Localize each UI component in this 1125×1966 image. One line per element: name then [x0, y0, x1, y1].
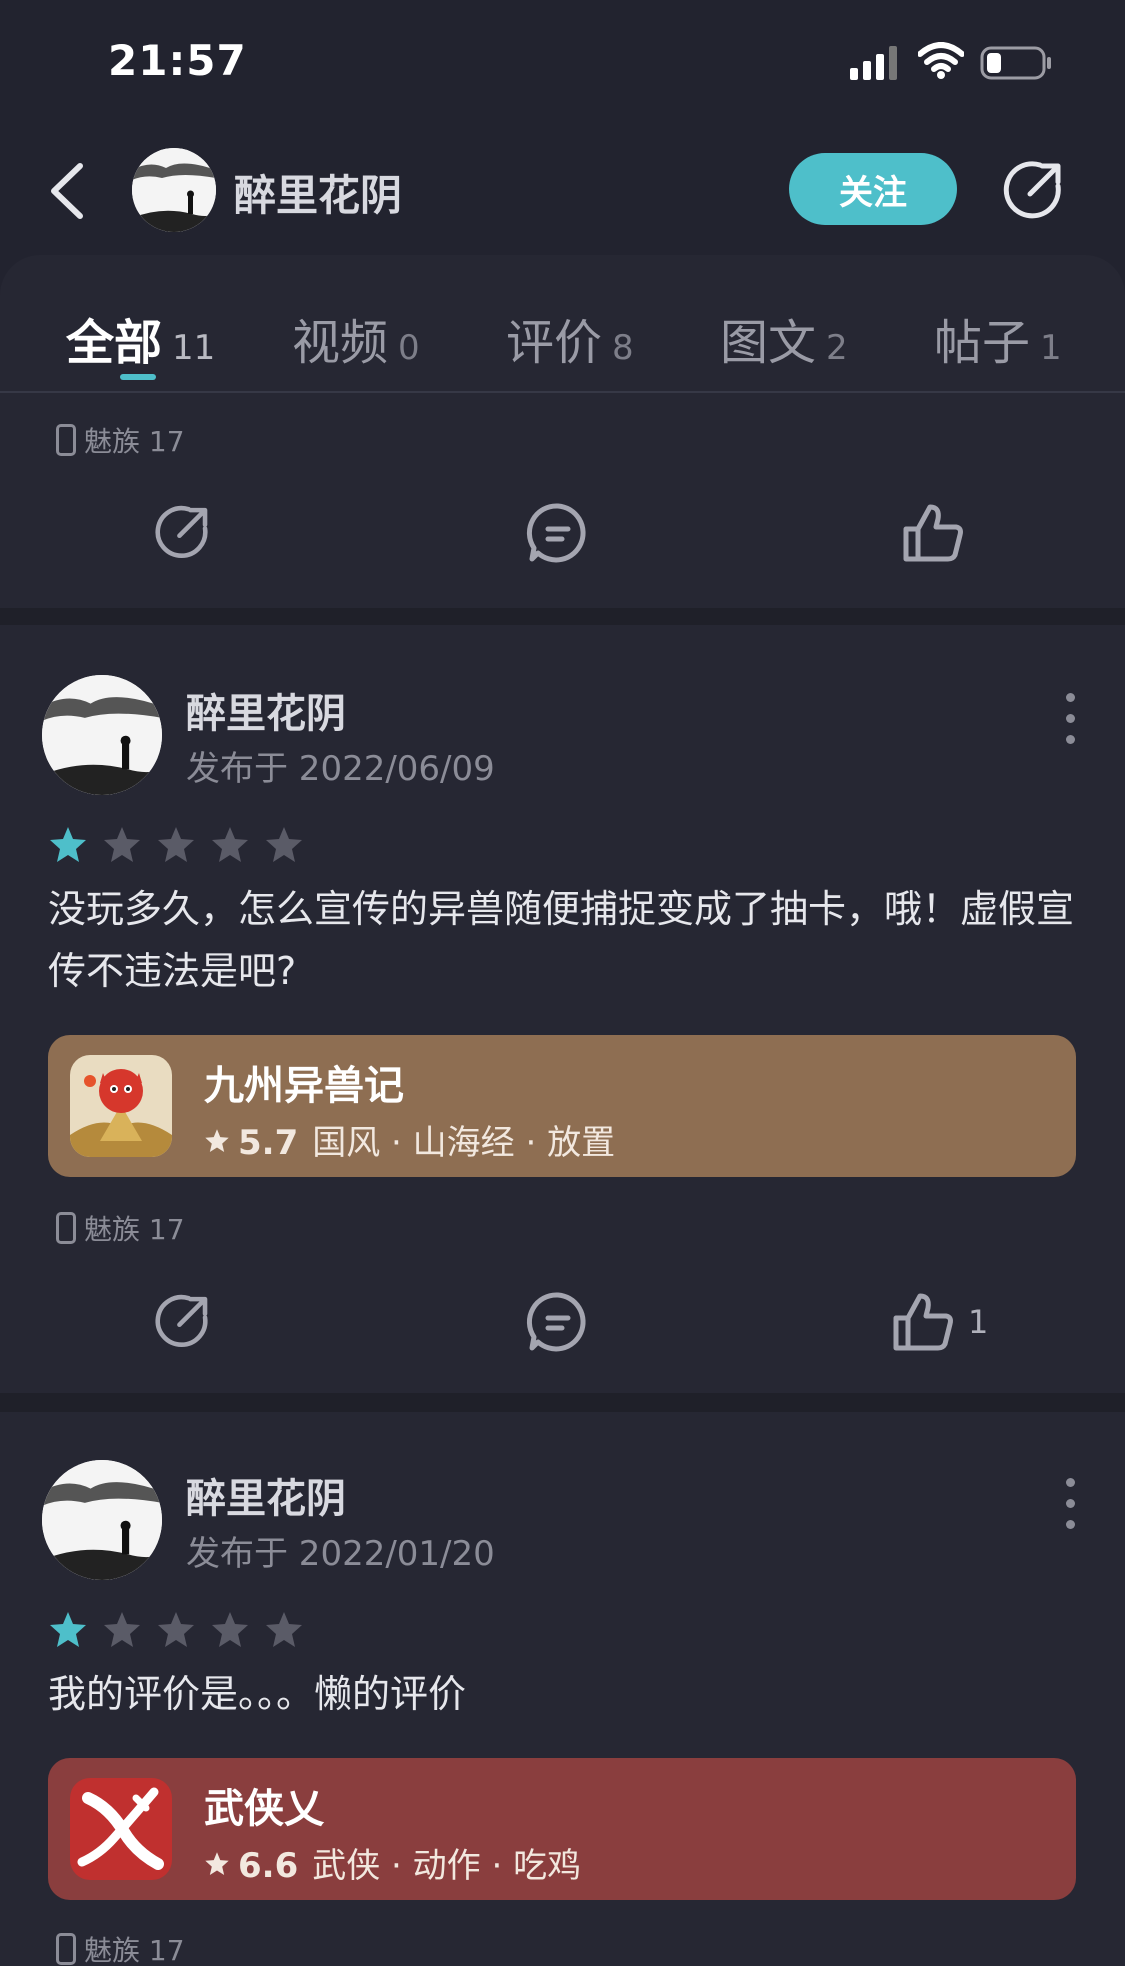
star-empty-icon: [266, 827, 302, 862]
tab-count: 2: [826, 328, 848, 368]
review-text: 我的评价是。。。懒的评价: [48, 1672, 467, 1716]
cellular-signal-icon: [850, 46, 897, 80]
share-icon: [155, 1294, 208, 1347]
star-rating: [48, 1610, 318, 1650]
ink-landscape-avatar-icon: [132, 148, 216, 232]
more-options-icon[interactable]: [1066, 1478, 1078, 1541]
wuxia-game-icon: [70, 1778, 172, 1880]
device-label: 魅族 17: [56, 420, 185, 460]
like-action[interactable]: [900, 493, 966, 573]
tab-count: 1: [1040, 328, 1062, 368]
comment-icon: [526, 503, 586, 563]
device-label: 魅族 17: [56, 1208, 185, 1248]
card-divider: [0, 1393, 1125, 1412]
review-text: 没玩多久，怎么宣传的异兽随便捕捉变成了抽卡，哦！虚假宣传不违法是吧?: [48, 887, 1075, 993]
phone-icon: [56, 424, 76, 456]
device-name: 魅族 17: [84, 425, 185, 458]
game-score: 5.7: [238, 1123, 299, 1163]
tab-label: 帖子: [934, 315, 1031, 371]
star-empty-icon: [158, 1612, 194, 1647]
author-avatar[interactable]: [42, 675, 162, 795]
device-name: 魅族 17: [84, 1213, 185, 1246]
device-label: 魅族 17: [56, 1929, 185, 1966]
review-card[interactable]: 醉里花阴 发布于 2022/01/20 我的评价是。。。懒的评价 武侠乂 6.6…: [0, 1412, 1125, 1966]
ink-landscape-avatar-icon: [42, 1460, 162, 1580]
comment-action[interactable]: [526, 493, 590, 573]
star-empty-icon: [104, 827, 140, 862]
feed-card: 魅族 17: [0, 393, 1125, 608]
game-card[interactable]: 九州异兽记 5.7 国风 · 山海经 · 放置: [48, 1035, 1076, 1177]
content-tabs: 全部 11 视频 0 评价 8 图文 2 帖子 1: [0, 255, 1125, 393]
star-empty-icon: [212, 827, 248, 862]
publish-date: 发布于 2022/01/20: [186, 1534, 495, 1574]
thumbs-up-icon: [903, 504, 963, 562]
author-name[interactable]: 醉里花阴: [186, 1466, 346, 1524]
game-meta: 6.6 武侠 · 动作 · 吃鸡: [204, 1838, 581, 1887]
game-name: 武侠乂: [204, 1786, 324, 1832]
wifi-icon: [918, 42, 964, 79]
tab-label: 图文: [720, 315, 817, 371]
author-avatar[interactable]: [42, 1460, 162, 1580]
star-filled-icon: [50, 1612, 86, 1647]
star-filled-icon: [50, 827, 86, 862]
tab-label: 视频: [292, 315, 389, 371]
ink-landscape-avatar-icon: [42, 675, 162, 795]
review-card[interactable]: 醉里花阴 发布于 2022/06/09 没玩多久，怎么宣传的异兽随便捕捉变成了抽…: [0, 625, 1125, 1393]
tab-posts[interactable]: 帖子 1: [934, 303, 1062, 373]
card-divider: [0, 608, 1125, 625]
phone-icon: [56, 1212, 76, 1244]
profile-page: 21:57 醉里花阴 关注 全部 11 视频 0 评价 8 图文 2 帖子 1 …: [0, 0, 1125, 1966]
tab-reviews[interactable]: 评价 8: [506, 303, 634, 373]
back-arrow-icon[interactable]: [40, 156, 100, 226]
share-action[interactable]: [152, 1282, 216, 1362]
star-empty-icon: [212, 1612, 248, 1647]
thumbs-up-icon: [893, 1293, 953, 1351]
game-icon: [70, 1055, 172, 1157]
tab-count: 8: [612, 328, 634, 368]
comment-icon: [526, 1292, 586, 1352]
card-actions: [0, 493, 1125, 573]
game-icon: [70, 1778, 172, 1880]
more-options-icon[interactable]: [1066, 693, 1078, 756]
creature-game-icon: [70, 1055, 172, 1157]
star-empty-icon: [266, 1612, 302, 1647]
tab-count: 11: [172, 328, 216, 368]
tab-count: 0: [398, 328, 420, 368]
like-action[interactable]: 1: [890, 1282, 988, 1362]
star-icon: [205, 1852, 229, 1876]
game-score: 6.6: [238, 1846, 299, 1886]
comment-action[interactable]: [526, 1282, 590, 1362]
star-empty-icon: [158, 827, 194, 862]
game-card[interactable]: 武侠乂 6.6 武侠 · 动作 · 吃鸡: [48, 1758, 1076, 1900]
game-name: 九州异兽记: [204, 1063, 404, 1109]
phone-icon: [56, 1933, 76, 1965]
tab-video[interactable]: 视频 0: [292, 303, 420, 373]
star-empty-icon: [104, 1612, 140, 1647]
card-actions: 1: [0, 1282, 1125, 1362]
profile-header: 醉里花阴 关注: [0, 130, 1125, 250]
game-tags: 武侠 · 动作 · 吃鸡: [312, 1846, 582, 1886]
game-tags: 国风 · 山海经 · 放置: [312, 1123, 616, 1163]
tab-images[interactable]: 图文 2: [720, 303, 848, 373]
device-name: 魅族 17: [84, 1934, 185, 1966]
active-tab-indicator: [120, 374, 156, 380]
share-action[interactable]: [152, 493, 216, 573]
follow-button[interactable]: 关注: [789, 153, 957, 225]
status-bar: 21:57: [0, 0, 1125, 130]
avatar[interactable]: [132, 148, 216, 232]
tab-label: 全部: [66, 315, 163, 371]
star-icon: [205, 1129, 229, 1153]
tab-label: 评价: [506, 315, 603, 371]
profile-name: 醉里花阴: [234, 171, 403, 220]
battery-icon: [980, 46, 1051, 80]
tab-all[interactable]: 全部 11: [66, 303, 215, 373]
share-icon[interactable]: [1000, 156, 1070, 226]
like-count: 1: [968, 1303, 989, 1341]
publish-date: 发布于 2022/06/09: [186, 749, 495, 789]
author-name[interactable]: 醉里花阴: [186, 681, 346, 739]
game-meta: 5.7 国风 · 山海经 · 放置: [204, 1115, 615, 1164]
share-icon: [155, 505, 208, 558]
star-rating: [48, 825, 318, 865]
status-time: 21:57: [108, 36, 247, 85]
